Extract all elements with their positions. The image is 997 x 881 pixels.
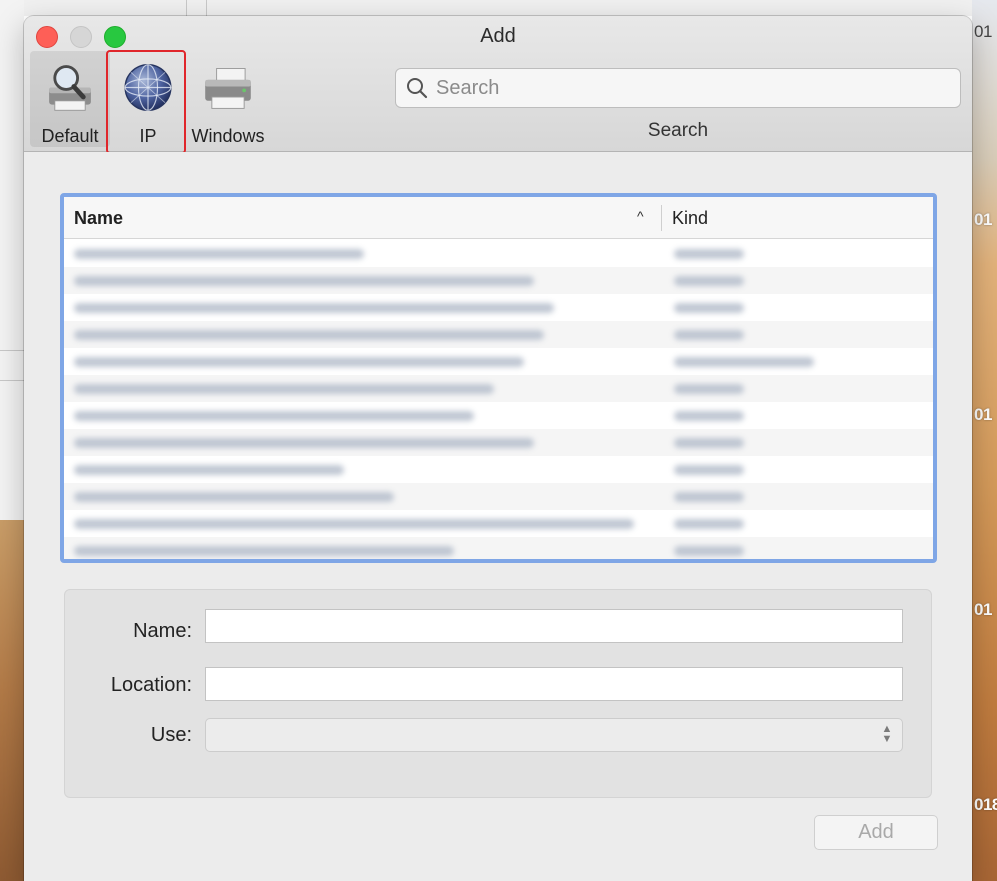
toolbar-default-label: Default: [41, 126, 99, 146]
add-button[interactable]: Add: [814, 815, 938, 850]
list-item[interactable]: [64, 375, 933, 402]
column-header-kind[interactable]: Kind: [672, 208, 708, 229]
list-item[interactable]: [64, 348, 933, 375]
search-input[interactable]: [434, 75, 934, 101]
list-item[interactable]: [64, 294, 933, 321]
desktop-file-label: 01: [974, 600, 992, 619]
printer-rows: [64, 240, 933, 559]
updown-chevron-icon: ▲ ▼: [881, 723, 893, 745]
toolbar-windows-button[interactable]: Windows: [188, 51, 268, 147]
add-printer-window: Add Default IP Windows Search Search Nam…: [24, 16, 972, 881]
printer-search-icon: [49, 65, 91, 111]
window-content: Name ^ Kind Name: Location: Use: ▲ ▼ Add: [24, 152, 972, 881]
desktop-file-label: 018: [974, 795, 997, 814]
column-divider[interactable]: [661, 205, 662, 231]
toolbar-default-button[interactable]: Default: [30, 51, 110, 147]
printer-icon: [205, 68, 251, 109]
globe-network-icon: [124, 63, 172, 112]
list-header: Name ^ Kind: [64, 197, 933, 239]
printer-details-form: Name: Location: Use: ▲ ▼: [64, 589, 932, 798]
background-divider: [0, 380, 24, 381]
sort-ascending-icon: ^: [637, 208, 644, 224]
list-item[interactable]: [64, 267, 933, 294]
search-icon: [407, 78, 428, 99]
name-label: Name:: [133, 620, 192, 642]
list-item[interactable]: [64, 240, 933, 267]
list-item[interactable]: [64, 537, 933, 559]
background-divider: [0, 350, 24, 351]
location-label: Location:: [110, 674, 192, 696]
search-caption: Search: [647, 120, 709, 141]
window-toolbar: Add Default IP Windows Search Search: [24, 16, 972, 154]
list-item[interactable]: [64, 510, 933, 537]
toolbar-windows-label: Windows: [191, 126, 265, 146]
use-select[interactable]: ▲ ▼: [205, 718, 903, 752]
list-item[interactable]: [64, 429, 933, 456]
desktop-wallpaper-right: 01 01 01 01 018: [972, 0, 997, 881]
list-item[interactable]: [64, 321, 933, 348]
use-label: Use:: [150, 724, 192, 746]
search-field[interactable]: [395, 68, 961, 108]
list-item[interactable]: [64, 402, 933, 429]
desktop-file-label: 01: [974, 405, 992, 424]
background-window-top: [24, 0, 974, 16]
printer-list[interactable]: Name ^ Kind: [60, 193, 937, 563]
name-field[interactable]: [205, 609, 903, 643]
window-title: Add: [480, 25, 516, 47]
toolbar-ip-label: IP: [139, 126, 157, 146]
desktop-file-label: 01: [974, 210, 992, 229]
desktop-file-label: 01: [974, 22, 992, 41]
toolbar-ip-button[interactable]: IP: [108, 51, 188, 147]
location-field[interactable]: [205, 667, 903, 701]
list-item[interactable]: [64, 456, 933, 483]
column-header-name[interactable]: Name: [74, 208, 123, 229]
list-item[interactable]: [64, 483, 933, 510]
